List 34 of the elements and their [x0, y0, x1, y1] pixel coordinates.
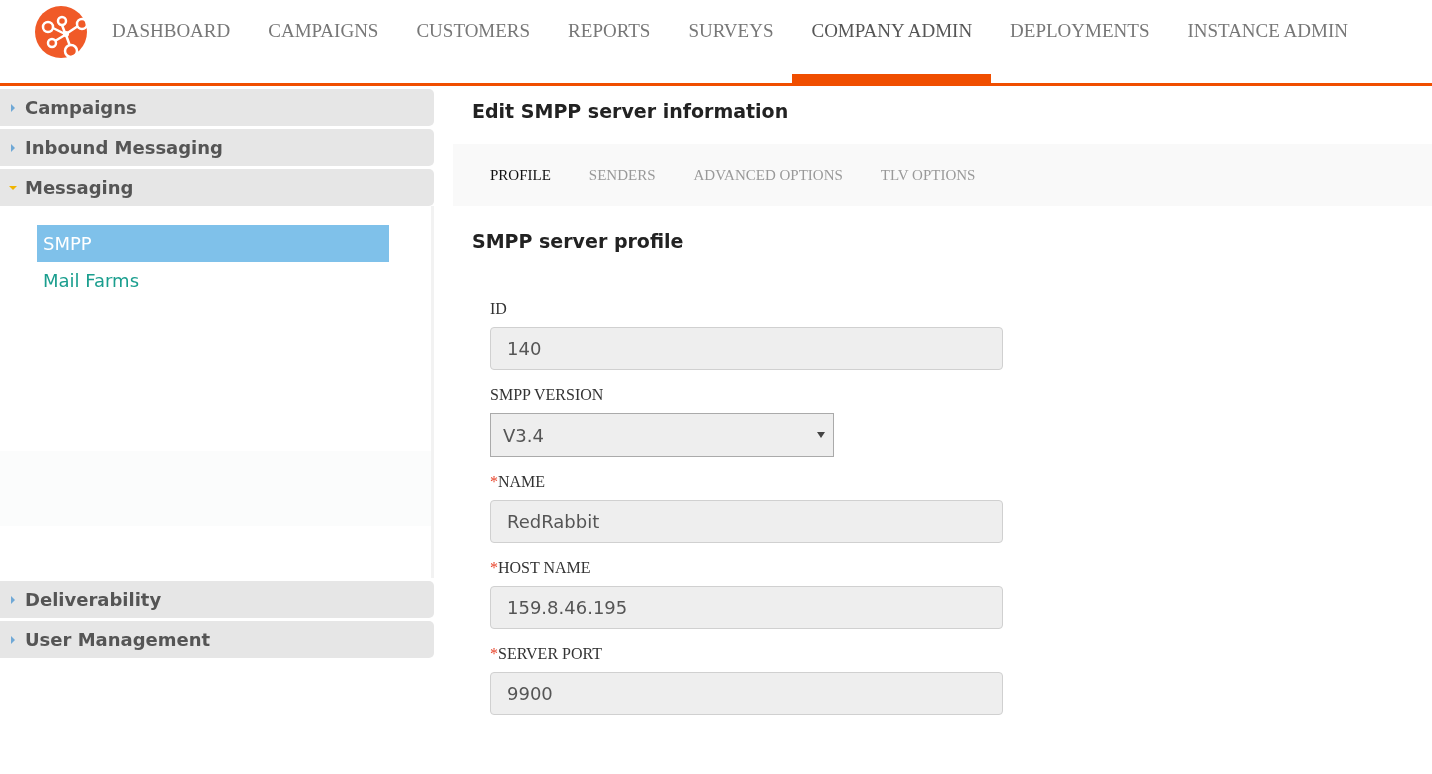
section-title: SMPP server profile — [472, 230, 685, 254]
sidebar-section-header[interactable]: User Management — [0, 621, 434, 658]
dropdown-caret-icon — [817, 432, 825, 438]
nav-tab[interactable]: DEPLOYMENTS — [991, 0, 1169, 83]
sidebar-section-header[interactable]: Messaging — [0, 169, 434, 206]
input-field[interactable]: 140 — [490, 327, 1003, 370]
input-field[interactable]: RedRabbit — [490, 500, 1003, 543]
sidebar-section-header[interactable]: Deliverability — [0, 581, 434, 618]
nav-tab[interactable]: INSTANCE ADMIN — [1168, 0, 1367, 83]
nav-tab[interactable]: REPORTS — [549, 0, 670, 83]
caret-right-icon — [9, 595, 17, 604]
nav-tab[interactable]: SURVEYS — [669, 0, 793, 83]
caret-right-icon — [9, 103, 17, 112]
nav-tab[interactable]: CUSTOMERS — [397, 0, 550, 83]
network-logo-icon[interactable] — [35, 6, 87, 58]
caret-down-icon — [9, 183, 17, 192]
version-dropdown[interactable]: V3.4 — [490, 413, 834, 457]
nav-tab[interactable]: DASHBOARD — [93, 0, 250, 83]
sidebar-section-header[interactable]: Campaigns — [0, 89, 434, 126]
field-label: SMPP VERSION — [490, 385, 605, 405]
tab[interactable]: PROFILE — [471, 166, 570, 184]
field-label: ID — [490, 299, 508, 319]
sidebar-item[interactable]: Mail Farms — [37, 262, 389, 299]
field-label: *HOST NAME — [490, 558, 592, 578]
nav-tab[interactable]: CAMPAIGNS — [249, 0, 398, 83]
field-label: *NAME — [490, 472, 547, 492]
caret-right-icon — [9, 143, 17, 152]
nav-tab[interactable]: COMPANY ADMIN — [792, 0, 992, 83]
input-field[interactable]: 159.8.46.195 — [490, 586, 1003, 629]
field-label: *SERVER PORT — [490, 644, 603, 664]
sidebar-section-header[interactable]: Inbound Messaging — [0, 129, 434, 166]
caret-right-icon — [9, 635, 17, 644]
page-title: Edit SMPP server information — [472, 100, 790, 124]
input-field[interactable]: 9900 — [490, 672, 1003, 715]
